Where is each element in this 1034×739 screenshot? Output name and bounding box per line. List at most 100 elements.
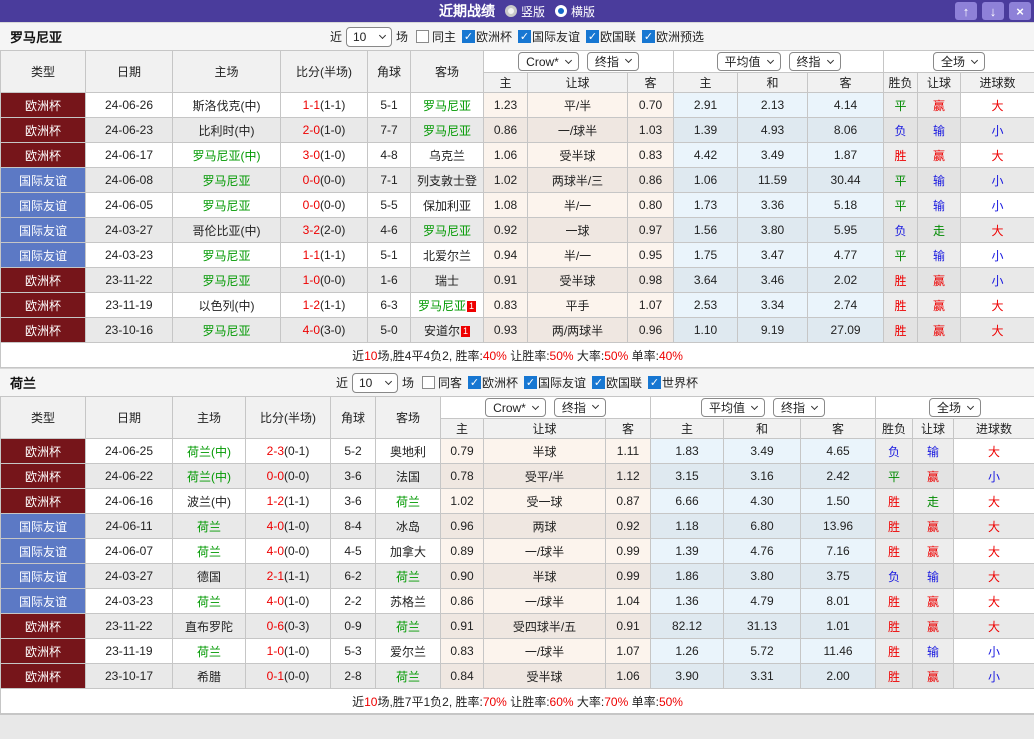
home-team-name: 荷兰 (196, 594, 221, 609)
match-row: 欧洲杯 23-10-16 罗马尼亚 4-0(3-0) 5-0 安道尔 1 0.93 两/两球半 0… (0, 317, 1034, 343)
same-venue-checkbox[interactable]: 同客 (421, 374, 462, 391)
handicap: 受平/半 (483, 463, 606, 489)
competition-label: 国际友谊 (532, 30, 581, 44)
result-outcome: 胜 (875, 638, 914, 664)
final-odds-dropdown[interactable]: 终指 (788, 52, 841, 71)
crow-odds-dropdown[interactable]: Crow* (485, 398, 546, 418)
checked-checkbox-icon[interactable]: ✓ (518, 30, 531, 43)
avg-home: 2.53 (673, 292, 739, 318)
away-team-name: 列支敦士登 (416, 173, 477, 188)
competition-checkbox[interactable]: ✓ 欧国联 (586, 28, 636, 45)
match-row: 欧洲杯 23-11-19 以色列(中) 1-2(1-1) 6-3 罗马尼亚 1 0.83 平手 1… (0, 292, 1034, 318)
match-date: 24-03-27 (85, 217, 173, 243)
halftime-score: (1-1) (320, 98, 346, 112)
average-odds-dropdown-label: 平均值 (724, 55, 761, 69)
competition-checkbox[interactable]: ✓ 欧洲杯 (467, 374, 518, 391)
match-date: 23-11-19 (85, 292, 173, 318)
corner-score: 0-9 (330, 613, 376, 639)
average-odds-dropdown[interactable]: 平均值 (716, 52, 781, 71)
odds-home: 1.06 (483, 142, 528, 168)
checked-checkbox-icon[interactable]: ✓ (592, 376, 606, 389)
halftime-score: (1-0) (284, 644, 310, 658)
away-team: 荷兰 (375, 613, 441, 639)
checked-checkbox-icon[interactable]: ✓ (586, 30, 600, 43)
titlebar-center: 近期战绩 竖版 横版 (0, 0, 1034, 22)
away-team-name: 荷兰 (395, 669, 420, 684)
fulltime-score: 1-1 (302, 248, 320, 262)
scope-dropdown[interactable]: 全场 (933, 52, 986, 71)
avg-home: 1.39 (673, 117, 739, 143)
result-goals: 小 (953, 663, 1034, 689)
competition-badge: 国际友谊 (0, 563, 86, 589)
avg-away: 3.75 (800, 563, 877, 589)
avg-home: 3.64 (673, 267, 739, 293)
column-header: 比分(半场) (245, 396, 331, 439)
final-odds-dropdown[interactable]: 终指 (773, 398, 826, 417)
final-odds-dropdown[interactable]: 终指 (586, 51, 639, 71)
competition-label: 欧洲预选 (656, 30, 705, 44)
scope-dropdown[interactable]: 全场 (929, 398, 982, 417)
odds-home: 0.91 (483, 267, 528, 293)
same-venue-checkbox[interactable]: 同主 (415, 28, 456, 45)
home-team-name: 希腊 (196, 669, 221, 684)
competition-label: 欧国联 (600, 30, 637, 44)
unchecked-checkbox-icon[interactable] (421, 376, 435, 389)
home-team: 罗马尼亚 (172, 192, 281, 218)
home-team-name: 比利时(中) (198, 123, 255, 138)
layout-radio-horizontal[interactable]: 横版 (555, 3, 595, 20)
move-down-button[interactable]: ↓ (982, 2, 1004, 20)
result-goals: 大 (960, 142, 1034, 168)
unchecked-checkbox-icon[interactable] (415, 30, 429, 43)
final-odds-dropdown[interactable]: 终指 (553, 397, 606, 417)
move-up-button[interactable]: ↑ (955, 2, 977, 20)
close-button[interactable]: × (1009, 2, 1031, 20)
competition-checkbox[interactable]: ✓ 欧洲杯 (461, 28, 512, 45)
avg-draw: 3.49 (723, 438, 802, 464)
close-icon: × (1016, 3, 1024, 19)
competition-checkbox[interactable]: ✓ 欧洲预选 (642, 28, 704, 45)
checked-checkbox-icon[interactable]: ✓ (461, 30, 475, 43)
layout-radio-vertical[interactable]: 竖版 (504, 3, 545, 20)
summary-segment: 场,胜7平1负2, 胜率: (377, 694, 483, 709)
checked-checkbox-icon[interactable]: ✓ (524, 376, 537, 389)
home-team-name: 荷兰 (196, 519, 221, 534)
match-row: 欧洲杯 24-06-17 罗马尼亚(中) 3-0(1-0) 4-8 乌克兰 1.06 受半球 0… (0, 142, 1034, 168)
avg-home: 1.86 (650, 563, 725, 589)
result-outcome: 平 (883, 92, 919, 118)
summary-segment: 场,胜4平4负2, 胜率: (377, 348, 483, 363)
competition-checkbox[interactable]: ✓ 欧国联 (592, 374, 642, 391)
column-header: 主场 (172, 50, 281, 93)
crow-odds-dropdown[interactable]: Crow* (518, 52, 579, 72)
match-date: 23-11-22 (85, 613, 173, 639)
result-goals: 大 (953, 438, 1034, 464)
average-odds-dropdown[interactable]: 平均值 (701, 398, 766, 417)
checked-checkbox-icon[interactable]: ✓ (467, 376, 481, 389)
avg-draw: 31.13 (723, 613, 802, 639)
match-date: 23-10-16 (85, 317, 173, 343)
recent-count-select[interactable]: 10 (345, 26, 392, 47)
away-team-name: 保加利亚 (422, 198, 471, 213)
halftime-score: (1-1) (284, 569, 310, 583)
away-team-name: 罗马尼亚 (422, 98, 471, 113)
checked-checkbox-icon[interactable]: ✓ (648, 376, 662, 389)
away-team: 爱尔兰 (375, 638, 441, 664)
competition-checkbox[interactable]: ✓ 国际友谊 (524, 374, 586, 391)
column-header: 主场 (172, 396, 246, 439)
avg-away: 2.00 (800, 663, 877, 689)
halftime-score: (2-0) (320, 223, 346, 237)
checked-checkbox-icon[interactable]: ✓ (642, 30, 656, 43)
competition-checkbox[interactable]: ✓ 国际友谊 (518, 28, 580, 45)
result-goals: 大 (953, 488, 1034, 514)
away-team-name: 罗马尼亚 1 (417, 298, 477, 313)
recent-count-select[interactable]: 10 (351, 372, 398, 393)
competition-badge: 国际友谊 (0, 192, 86, 218)
corner-score: 4-5 (330, 538, 376, 564)
result-goals: 小 (960, 167, 1034, 193)
recent-count-value: 10 (358, 375, 373, 390)
home-team: 罗马尼亚 (172, 167, 281, 193)
competition-checkbox[interactable]: ✓ 世界杯 (648, 374, 698, 391)
crow-dropdown-group: Crow* 终指 (482, 50, 675, 73)
score: 1-1(1-1) (280, 242, 368, 268)
team-section: 罗马尼亚 近 10 场同主 ✓ 欧洲杯 ✓ 国际友谊 ✓ 欧国联 ✓ 欧洲预选 类型 日期 主场 比分(半… (0, 22, 1034, 368)
column-header: 客场 (410, 50, 484, 93)
